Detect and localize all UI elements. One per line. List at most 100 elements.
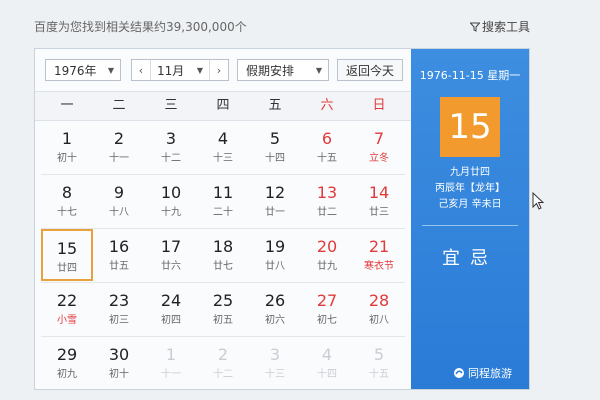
result-count: 百度为您找到相关结果约39,300,000个 [34,20,247,34]
prev-month-button[interactable]: ‹ [132,60,150,80]
ganzhi-month-day: 己亥月 辛未日 [438,199,502,210]
day-number: 4 [321,345,333,364]
lunar-label: 十二 [213,369,233,380]
lunar-label: 小雪 [57,315,77,326]
day-number: 2 [113,129,125,148]
lunar-label: 十二 [161,153,181,164]
selected-day-number: 15 [440,97,500,157]
chevron-down-icon: ▼ [196,65,203,75]
lunar-label: 十一 [109,153,129,164]
day-cell[interactable]: 17 廿六 [145,229,197,281]
day-number: 24 [160,291,182,310]
ji-label[interactable]: 忌 [470,248,498,269]
day-cell[interactable]: 27 初七 [301,283,353,335]
back-to-today-button[interactable]: 返回今天 [337,59,403,81]
yi-label[interactable]: 宜 [442,248,470,269]
day-cell[interactable]: 12 廿一 [249,175,301,227]
chevron-down-icon: ▼ [315,65,322,75]
day-cell[interactable]: 11 二十 [197,175,249,227]
day-number: 11 [212,183,234,202]
calendar-panel: 1976年 ▼ ‹ 11月 ▼ › 假期安排 ▼ 返回今天 一 二 三 四 五 六 日 1 初… [35,49,411,389]
day-number: 12 [264,183,286,202]
brand-link[interactable]: 同程旅游 [453,365,512,381]
day-cell[interactable]: 10 十九 [145,175,197,227]
day-cell[interactable]: 6 十五 [301,121,353,173]
day-cell[interactable]: 3 十三 [249,337,301,389]
day-number: 25 [212,291,234,310]
lunar-label: 十三 [265,369,285,380]
day-cell[interactable]: 16 廿五 [93,229,145,281]
day-number: 15 [56,239,78,258]
day-cell[interactable]: 9 十八 [93,175,145,227]
day-number: 5 [373,345,385,364]
lunar-label: 廿五 [109,261,129,272]
weekday-header: 一二三四五六日 [35,91,411,121]
day-cell[interactable]: 7 立冬 [353,121,405,173]
yi-ji: 宜忌 [411,244,529,270]
day-number: 20 [316,237,338,256]
lunar-label: 廿八 [265,261,285,272]
day-cell[interactable]: 21 寒衣节 [353,229,405,281]
day-cell[interactable]: 2 十一 [93,121,145,173]
day-number: 6 [321,129,333,148]
day-cell[interactable]: 28 初八 [353,283,405,335]
day-cell[interactable]: 24 初四 [145,283,197,335]
day-cell[interactable]: 1 十一 [145,337,197,389]
mouse-cursor-icon [532,191,545,214]
selected-date-line: 1976-11-15 星期一 [419,69,521,82]
day-cell[interactable]: 14 廿三 [353,175,405,227]
day-cell[interactable]: 13 廿二 [301,175,353,227]
day-cell[interactable]: 30 初十 [93,337,145,389]
lunar-label: 廿二 [317,207,337,218]
lunar-label: 廿九 [317,261,337,272]
holiday-value: 假期安排 [246,63,295,78]
day-cell[interactable]: 23 初三 [93,283,145,335]
calendar-widget: 1976年 ▼ ‹ 11月 ▼ › 假期安排 ▼ 返回今天 一 二 三 四 五 六 日 1 初… [34,48,530,390]
day-number: 4 [217,129,229,148]
day-cell[interactable]: 1 初十 [41,121,93,173]
weekday-label: 日 [372,98,386,113]
holiday-select[interactable]: 假期安排 ▼ [237,59,329,81]
day-number: 8 [61,183,73,202]
day-number: 3 [165,129,177,148]
day-number: 27 [316,291,338,310]
day-cell[interactable]: 8 十七 [41,175,93,227]
day-cell[interactable]: 25 初五 [197,283,249,335]
day-cell[interactable]: 20 廿九 [301,229,353,281]
month-selector: ‹ 11月 ▼ › [131,59,229,81]
lunar-label: 十四 [265,153,285,164]
day-cell[interactable]: 4 十四 [301,337,353,389]
day-cell[interactable]: 5 十四 [249,121,301,173]
day-number: 9 [113,183,125,202]
month-select[interactable]: 11月 ▼ [150,60,210,80]
brand-logo-icon [453,367,465,379]
lunar-label: 廿七 [213,261,233,272]
day-cell[interactable]: 19 廿八 [249,229,301,281]
day-cell-selected[interactable]: 15 廿四 [41,229,93,281]
day-number: 3 [269,345,281,364]
day-cell[interactable]: 3 十二 [145,121,197,173]
day-cell[interactable]: 29 初九 [41,337,93,389]
lunar-label: 十九 [161,207,181,218]
day-number: 2 [217,345,229,364]
search-tools-button[interactable]: 搜索工具 [470,18,530,35]
day-cell[interactable]: 22 小雪 [41,283,93,335]
lunar-label: 廿六 [161,261,181,272]
year-select[interactable]: 1976年 ▼ [45,59,121,81]
day-number: 5 [269,129,281,148]
search-tools-label: 搜索工具 [482,20,531,34]
day-cell[interactable]: 5 十五 [353,337,405,389]
day-cell[interactable]: 26 初六 [249,283,301,335]
chevron-down-icon: ▼ [107,65,114,75]
lunar-label: 初九 [57,369,77,380]
day-cell[interactable]: 18 廿七 [197,229,249,281]
day-number: 1 [61,129,73,148]
next-month-button[interactable]: › [210,60,228,80]
filter-icon [470,22,480,32]
day-number: 30 [108,345,130,364]
brand-name: 同程旅游 [468,367,512,380]
lunar-label: 初十 [109,369,129,380]
day-cell[interactable]: 4 十三 [197,121,249,173]
day-cell[interactable]: 2 十二 [197,337,249,389]
lunar-date: 九月廿四 [450,167,490,178]
